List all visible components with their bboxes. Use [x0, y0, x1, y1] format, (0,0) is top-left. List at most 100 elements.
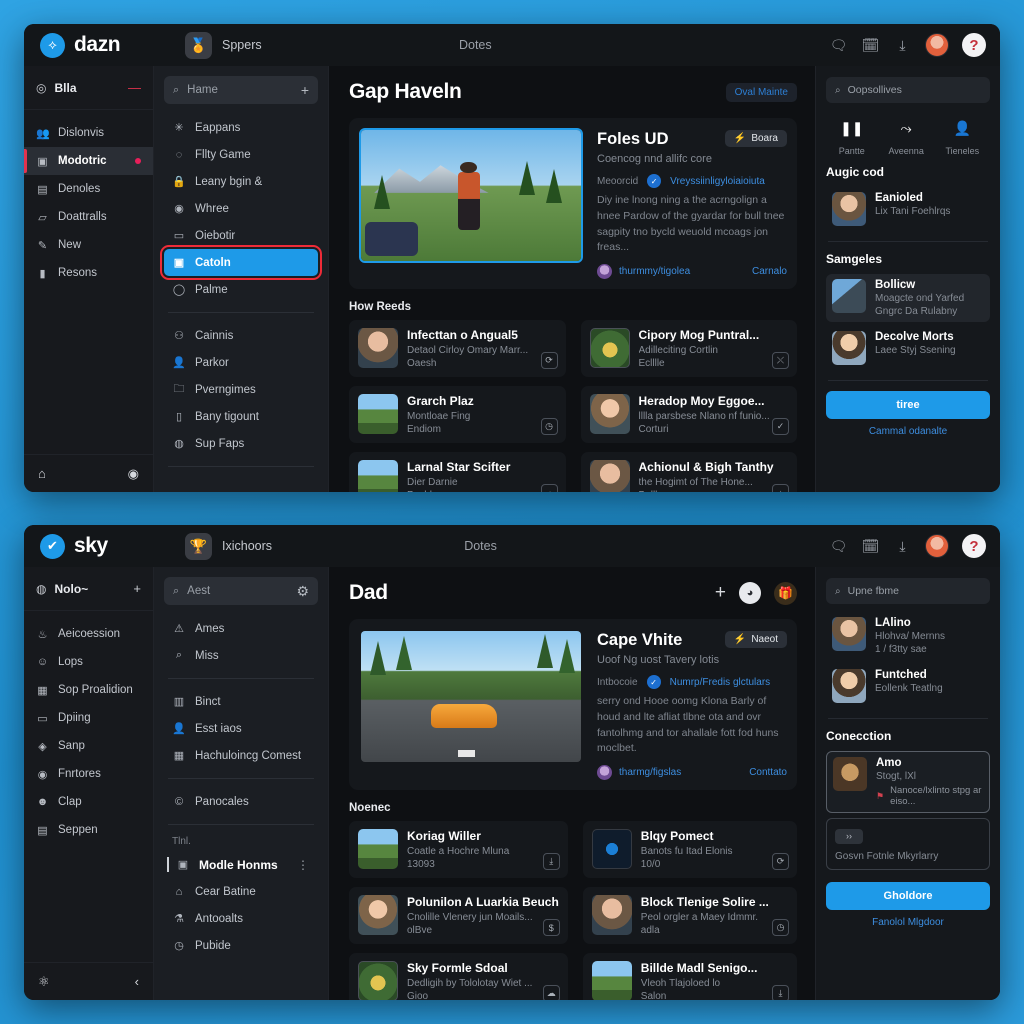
list-item[interactable]: Achionul & Bigh Tanthy the Hogimt of The…	[580, 452, 797, 492]
panel-search-bottom[interactable]: ⌕ Upne fbme	[826, 578, 990, 604]
cloud-icon[interactable]: ☁	[540, 484, 558, 492]
help-icon[interactable]: ?	[962, 534, 986, 558]
sidebar-item-fnrtores[interactable]: ◉ Fnrtores	[24, 760, 153, 788]
refresh-icon[interactable]: ⟳	[540, 352, 558, 369]
list-item[interactable]: Block Tlenige Solire ... Peol orgler a M…	[582, 887, 797, 944]
oval-mainte-button[interactable]: Oval Mainte	[725, 82, 797, 102]
brand-sky[interactable]: ✔ sky	[40, 533, 168, 559]
sidebar-item-dpiing[interactable]: ▭ Dpiing	[24, 704, 153, 732]
nav-item-catoln[interactable]: ▣ Catoln	[160, 245, 322, 280]
nav-item-binct[interactable]: ▥ Binct	[164, 688, 318, 715]
hero-meta-link[interactable]: Vreyssiinligyloiaioiuta	[670, 176, 765, 187]
connection-card[interactable]: Amo Stogt, lXl ⚑ Nanoce/lxlinto stpg ar …	[826, 751, 990, 813]
download-icon[interactable]: ⤓	[893, 36, 912, 55]
list-item[interactable]: Eanioled Lix Tani Foehlrqs	[826, 187, 990, 231]
nav-item-cear-batine[interactable]: ⌂ Cear Batine	[164, 878, 318, 905]
nav-item-whree[interactable]: ◉ Whree	[164, 195, 318, 222]
hero-badge[interactable]: ⚡ Naeot	[724, 631, 787, 648]
atom-icon[interactable]: ⚛	[38, 974, 50, 990]
brand-dazn[interactable]: ⟡ dazn	[40, 32, 168, 58]
nav-item-leany-bgin[interactable]: 🔒 Leany bgin &	[164, 168, 318, 195]
nav-item-miss[interactable]: ⌕ Miss	[164, 642, 318, 669]
sidebar-item-sanp[interactable]: ◈ Sanp	[24, 732, 153, 760]
connection-secondary-box[interactable]: ›› Gosvn Fotnle Mkyrlarry	[826, 818, 990, 870]
nav-item-antooalts[interactable]: ⚗ Antooalts	[164, 905, 318, 932]
help-icon[interactable]: ?	[962, 33, 986, 57]
clock-icon[interactable]: ◷	[540, 418, 558, 435]
kebab-icon[interactable]: ››	[835, 828, 863, 844]
nav-item-hachuloincg-comest[interactable]: ▦ Hachuloincg Comest	[164, 742, 318, 769]
cloud-icon[interactable]: ☁	[542, 985, 560, 1000]
nav-item-cainnis[interactable]: ⚇ Cainnis	[164, 322, 318, 349]
avatar[interactable]	[925, 33, 949, 57]
list-item[interactable]: Cipory Mog Puntral... Adilleciting Cortl…	[580, 320, 797, 377]
refresh-icon[interactable]: ⟳	[772, 853, 789, 870]
list-item[interactable]: Funtched Eollenk Teatlng	[826, 664, 990, 708]
panel-search-top[interactable]: ⌕ Oopsollives	[826, 77, 990, 103]
avatar[interactable]	[925, 534, 949, 558]
sidebar-item-dislonvis[interactable]: 👥 Dislonvis	[24, 119, 153, 147]
titlebar-app-top[interactable]: 🏅 Sppers	[185, 31, 262, 59]
plus-icon[interactable]: +	[301, 82, 309, 98]
nav-item-palme[interactable]: ◯ Palme	[164, 276, 318, 303]
nav-item-pubide[interactable]: ◷ Pubide	[164, 932, 318, 959]
share-icon[interactable]: ⤬	[772, 352, 789, 369]
rail-header[interactable]: ◍ Nolo~ +	[24, 567, 153, 611]
sidebar-item-seppen[interactable]: ▤ Seppen	[24, 816, 153, 844]
nav-item-fllty-game[interactable]: ◌ Fllty Game	[164, 141, 318, 168]
hero-footer-left[interactable]: thurmmy/tigolea	[619, 266, 690, 277]
money-icon[interactable]: $	[542, 919, 560, 936]
plus-icon[interactable]: +	[715, 582, 726, 604]
hero-footer-right[interactable]: Carnalo	[752, 266, 787, 277]
action-pause[interactable]: ❚❚ Pantte	[837, 115, 867, 157]
sidebar-item-new[interactable]: ✎ New	[24, 231, 153, 259]
home-icon[interactable]: ⌂	[38, 466, 46, 481]
list-item[interactable]: Larnal Star Scifter Dier Darnie Pushle ☁	[349, 452, 566, 492]
list-item[interactable]: Grarch Plaz Montloae Fing Endiom ◷	[349, 386, 566, 443]
hero-card-top[interactable]: Foles UD ⚡ Boara Coencog nnd allifc core…	[349, 118, 797, 289]
music-icon[interactable]: ♪	[772, 484, 789, 492]
sidebar-item-resons[interactable]: ▮ Resons	[24, 259, 153, 287]
rail-header[interactable]: ◎ Blla —	[24, 66, 153, 110]
list-item[interactable]: Koriag Willer Coatle a Hochre Mluna 1309…	[349, 821, 568, 878]
list-item[interactable]: Polunilon A Luarkia Beuch Cnolille Vlene…	[349, 887, 568, 944]
sidebar-item-denoles[interactable]: ▤ Denoles	[24, 175, 153, 203]
download-icon[interactable]: ⤓	[772, 985, 789, 1000]
list-item[interactable]: Blqy Pomect Banots fu Itad Elonis 10/0 ⟳	[582, 821, 797, 878]
minus-icon[interactable]: —	[128, 80, 141, 95]
sidebar-item-lops[interactable]: ☺ Lops	[24, 648, 153, 676]
sidebar-item-clap[interactable]: ☻ Clap	[24, 788, 153, 816]
nav-item-ames[interactable]: ⚠ Ames	[164, 615, 318, 642]
list-item[interactable]: Decolve Morts Laee Styj Ssening	[826, 326, 990, 370]
primary-cta-button[interactable]: Gholdore	[826, 882, 990, 910]
action-share[interactable]: ⤳ Aveenna	[888, 115, 923, 157]
check-icon[interactable]: ✓	[772, 418, 789, 435]
hero-badge[interactable]: ⚡ Boara	[724, 130, 787, 147]
nav-item-panocales[interactable]: © Panocales	[164, 788, 318, 815]
list-item[interactable]: Infecttan o Angual5 Detaol Cirloy Omary …	[349, 320, 566, 377]
hero-meta-link[interactable]: Numrp/Fredis glctulars	[670, 677, 771, 688]
titlebar-app-bottom[interactable]: 🏆 Ixichoors	[185, 532, 272, 560]
calendar-icon[interactable]: 🗓	[861, 537, 880, 556]
nav-item-pverngimes[interactable]: 🗀 Pverngimes	[164, 376, 318, 403]
nav-item-oiebotir[interactable]: ▭ Oiebotir	[164, 222, 318, 249]
nav-item-eappans[interactable]: ✳ Eappans	[164, 114, 318, 141]
plus-icon[interactable]: +	[133, 581, 141, 596]
list-item[interactable]: Bollicw Moagcte ond Yarfed Gngrc Da Rula…	[826, 274, 990, 322]
nav-header-modle-honms[interactable]: ▣ Modle Honms ⋮	[164, 851, 318, 878]
nav-item-sup-faps[interactable]: ◍ Sup Faps	[164, 430, 318, 457]
power-icon[interactable]: ◉	[128, 466, 139, 482]
clock-icon[interactable]: ◷	[772, 919, 789, 936]
list-item[interactable]: Billde Madl Senigo... Vleoh Tlajoloed lo…	[582, 953, 797, 1000]
nav-item-esst-iaos[interactable]: 👤 Esst iaos	[164, 715, 318, 742]
sidebar-item-sop-proalidion[interactable]: ▦ Sop Proalidion	[24, 676, 153, 704]
action-person[interactable]: 👤 Tieneles	[945, 115, 979, 157]
list-item[interactable]: Heradop Moy Eggoe... lllla parsbese Nlan…	[580, 386, 797, 443]
nav-item-bany-tigount[interactable]: ▯ Bany tigount	[164, 403, 318, 430]
secondary-cta-link[interactable]: Fanolol Mlgdoor	[826, 917, 990, 928]
download-icon[interactable]: ⤓	[542, 853, 560, 870]
sidebar-item-modotric[interactable]: ▣ Modotric	[24, 147, 153, 175]
sidebar-item-doattralls[interactable]: ▱ Doattralls	[24, 203, 153, 231]
list-item[interactable]: LAlino Hlohva/ Mernns 1 / f3tty sae	[826, 612, 990, 660]
list-item[interactable]: Sky Formle Sdoal Dedligih by Tololotay W…	[349, 953, 568, 1000]
